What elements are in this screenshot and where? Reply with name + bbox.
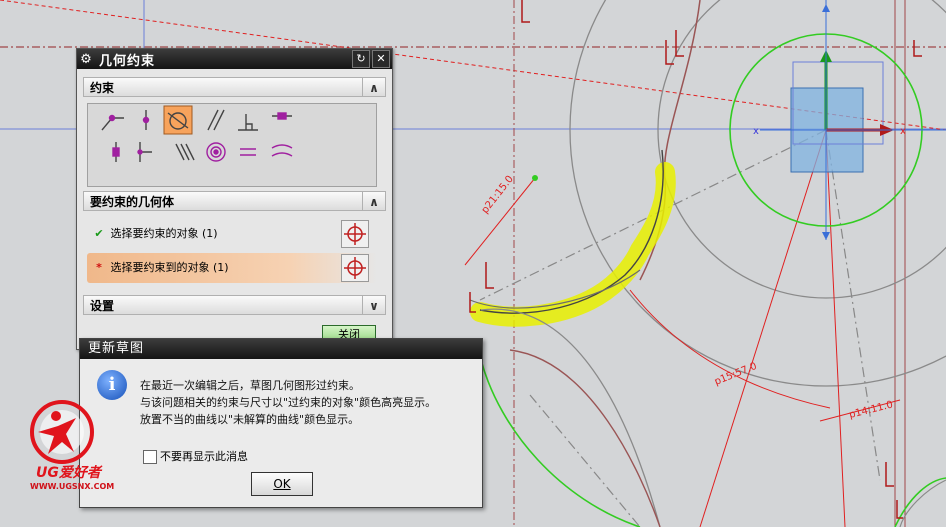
gray-curve-lower: [480, 308, 661, 527]
dont-show-label[interactable]: 不要再显示此消息: [160, 448, 248, 464]
overconstrained-highlight: [470, 162, 676, 327]
select-target-label: 选择要约束到的对象 (1): [110, 261, 229, 274]
x-marker-left: x: [753, 126, 759, 137]
section-settings-header[interactable]: 设置 ∨: [83, 295, 386, 315]
asterisk-icon: *: [96, 261, 102, 274]
dimension-leader-1: [699, 129, 827, 527]
section-geometry-header[interactable]: 要约束的几何体 ∧: [83, 191, 386, 211]
constraint-markers: [469, 0, 922, 519]
ug-watermark-logo: UG爱好者 WWW.UGSNX.COM: [14, 396, 126, 500]
x-marker-right: x: [900, 126, 906, 137]
geometric-constraints-dialog: ⚙ 几何约束 ↻ ✕ 约束 ∧ 要约束的几何体 ∧ ✔ 选择要约束的对象 (1)…: [76, 48, 393, 350]
chevron-down-icon[interactable]: ∨: [362, 296, 385, 314]
check-icon: ✔: [94, 227, 104, 240]
ok-button[interactable]: OK: [251, 472, 313, 496]
crosshair-select-button[interactable]: [341, 254, 369, 282]
dimension-p14-label[interactable]: p14:11.0: [848, 399, 894, 420]
green-curve-lower[interactable]: [480, 359, 641, 527]
gear-icon[interactable]: ⚙: [77, 52, 95, 67]
section-constraints-label: 约束: [90, 81, 115, 95]
constraint-icon-panel: [87, 103, 377, 187]
select-object-label: 选择要约束的对象 (1): [110, 227, 218, 240]
section-geometry-label: 要约束的几何体: [90, 195, 175, 209]
gray-curve-right: [899, 479, 946, 527]
section-settings-label: 设置: [90, 299, 115, 313]
chevron-up-icon[interactable]: ∧: [362, 78, 385, 96]
dimension-arc-1: [629, 289, 831, 409]
select-target-row[interactable]: * 选择要约束到的对象 (1): [87, 253, 377, 283]
close-icon[interactable]: ✕: [372, 50, 390, 68]
arrow-down-icon: [822, 232, 830, 240]
center-line-3: [529, 394, 641, 527]
crosshair-icon: [344, 223, 366, 245]
arrow-up-icon: [822, 4, 830, 12]
point-marker[interactable]: [532, 175, 538, 181]
reset-icon[interactable]: ↻: [352, 50, 370, 68]
constraint-icons: [101, 105, 293, 162]
dont-show-checkbox[interactable]: [143, 450, 157, 464]
chevron-up-icon[interactable]: ∧: [362, 192, 385, 210]
update-sketch-dialog: 更新草图 i 在最近一次编辑之后，草图几何图形过约束。 与该问题相关的约束与尺寸…: [79, 338, 483, 508]
dimension-p21-label[interactable]: p21:15.0: [480, 174, 516, 216]
logo-brand: UG爱好者: [36, 465, 101, 481]
crosshair-icon: [344, 257, 366, 279]
message-line-2: 与该问题相关的约束与尺寸以"过约束的对象"颜色高亮显示。: [140, 396, 437, 409]
message-line-1: 在最近一次编辑之后，草图几何图形过约束。: [140, 379, 360, 392]
dialog-title-bar[interactable]: ⚙ 几何约束 ↻ ✕: [77, 49, 392, 69]
select-object-row[interactable]: ✔ 选择要约束的对象 (1): [87, 219, 377, 249]
message-line-3: 放置不当的曲线以"未解算的曲线"颜色显示。: [140, 413, 360, 426]
dialog-title: 几何约束: [99, 53, 156, 69]
crosshair-select-button[interactable]: [341, 220, 369, 248]
logo-emblem: [30, 400, 94, 464]
section-constraints-header[interactable]: 约束 ∧: [83, 77, 386, 97]
update-dialog-title[interactable]: 更新草图: [80, 339, 482, 359]
logo-url: WWW.UGSNX.COM: [30, 482, 115, 491]
